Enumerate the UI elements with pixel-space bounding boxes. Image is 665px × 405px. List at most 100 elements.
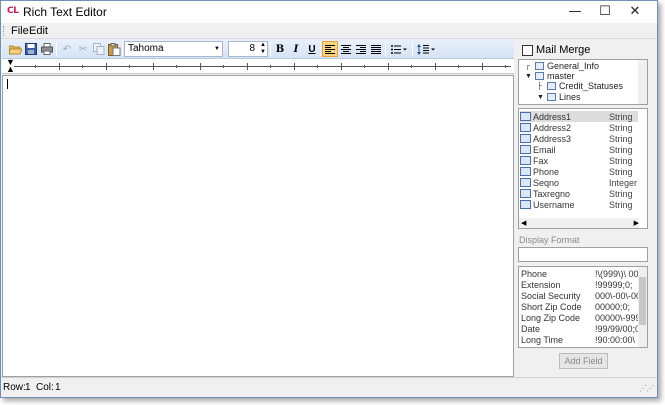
bullets-dropdown[interactable] xyxy=(388,41,410,57)
undo-button[interactable]: ↶ xyxy=(59,41,75,57)
underline-button[interactable]: U xyxy=(304,41,320,57)
menu-edit[interactable]: Edit xyxy=(26,24,51,38)
spin-arrows-icon[interactable]: ▲ ▼ xyxy=(260,42,266,56)
scroll-left-icon[interactable]: ◀ xyxy=(521,219,526,227)
text-caret xyxy=(7,79,8,89)
toolbar-separator xyxy=(122,42,123,56)
list-item[interactable]: Phone String xyxy=(520,166,638,177)
undo-icon: ↶ xyxy=(62,43,72,55)
tree-node-general-info[interactable]: ┌ General_Info xyxy=(525,61,599,71)
field-list[interactable]: Address1 String Address2 String Address3 St… xyxy=(518,108,648,229)
list-item[interactable]: Long Zip Code00000\-9999; xyxy=(521,313,639,324)
paste-button[interactable] xyxy=(106,41,122,57)
col-value: 1 xyxy=(55,382,61,393)
paste-clipboard-icon xyxy=(107,42,120,56)
formatting-toolbar: ↶ ✂ Tahoma ▼ 8 ▲ ▼ B I U xyxy=(2,39,514,59)
document-editor[interactable] xyxy=(2,75,514,377)
print-button[interactable] xyxy=(39,41,55,57)
row-value: 1 xyxy=(25,382,31,393)
field-icon xyxy=(520,156,531,165)
list-item[interactable]: Long Time !90:00:00\ > xyxy=(521,335,639,346)
row-label: Row: xyxy=(3,382,26,393)
toolbar-separator xyxy=(385,42,386,56)
copy-icon xyxy=(93,43,105,55)
expand-chevron-icon[interactable]: ▼ xyxy=(525,73,533,80)
align-left-icon xyxy=(325,44,335,54)
tree-scrollbar[interactable] xyxy=(638,60,647,104)
toolbar-separator xyxy=(320,42,321,56)
list-item[interactable]: Short Zip Code 00000;0; xyxy=(521,302,639,313)
scrollbar-thumb[interactable] xyxy=(639,277,646,325)
open-folder-icon xyxy=(8,45,22,54)
field-icon xyxy=(520,167,531,176)
data-source-tree[interactable]: ┌ General_Info ▼ master ├ Credit_Statuses ▼… xyxy=(518,59,648,105)
line-spacing-dropdown[interactable] xyxy=(415,41,437,57)
table-icon xyxy=(547,93,556,101)
list-item[interactable]: Address2 String xyxy=(520,122,638,133)
line-spacing-icon xyxy=(417,43,435,55)
justify-button[interactable] xyxy=(368,41,384,57)
list-item[interactable]: Seqno Integer xyxy=(520,177,638,188)
ruler-line xyxy=(14,66,511,67)
open-button[interactable] xyxy=(7,41,23,57)
toolbar-separator xyxy=(56,42,57,56)
col-label: Col: xyxy=(36,382,54,393)
menu-bar: File Edit xyxy=(1,23,657,39)
list-item[interactable]: Address3 String xyxy=(520,133,638,144)
display-format-input[interactable] xyxy=(518,247,648,262)
list-item[interactable]: Taxregno String xyxy=(520,188,638,199)
align-left-button[interactable] xyxy=(322,41,338,57)
table-icon xyxy=(535,72,544,80)
scroll-right-icon[interactable]: ▶ xyxy=(634,219,639,227)
list-item[interactable]: Phone !\(999\)\ 000 xyxy=(521,269,639,280)
tree-node-credit-statuses[interactable]: ├ Credit_Statuses xyxy=(537,81,623,91)
maximize-button[interactable]: ☐ xyxy=(590,1,620,21)
list-item[interactable]: Extension !99999;0; xyxy=(521,280,639,291)
field-list-hscrollbar[interactable]: ◀ ▶ xyxy=(519,218,639,228)
expand-chevron-icon[interactable]: ▼ xyxy=(537,94,545,101)
font-size-stepper[interactable]: 8 ▲ ▼ xyxy=(228,41,268,57)
format-list[interactable]: Phone !\(999\)\ 000 Extension !99999;0; So… xyxy=(518,266,648,348)
checkbox-box[interactable] xyxy=(522,44,533,56)
printer-icon xyxy=(41,43,53,55)
list-item[interactable]: Date !99/99/00;0; xyxy=(521,324,639,335)
mail-merge-checkbox[interactable]: Mail Merge xyxy=(522,44,590,56)
align-right-icon xyxy=(356,44,366,54)
menu-grip-icon xyxy=(3,26,5,36)
field-icon xyxy=(520,200,531,209)
field-icon xyxy=(520,145,531,154)
field-icon xyxy=(520,112,531,121)
minimize-button[interactable]: — xyxy=(560,1,590,21)
rich-text-editor-window: CL Rich Text Editor — ☐ ✕ File Edit ↶ ✂ … xyxy=(0,0,658,398)
format-list-scrollbar[interactable] xyxy=(638,267,647,347)
title-bar[interactable]: CL Rich Text Editor — ☐ ✕ xyxy=(1,1,657,23)
cut-button[interactable]: ✂ xyxy=(75,41,91,57)
save-disk-icon xyxy=(25,43,37,55)
table-icon xyxy=(535,62,544,70)
align-center-button[interactable] xyxy=(338,41,354,57)
list-item[interactable]: Social Security000\-00\-000 xyxy=(521,291,639,302)
list-item[interactable]: Username String xyxy=(520,199,638,210)
list-item[interactable]: Email String xyxy=(520,144,638,155)
italic-button[interactable]: I xyxy=(288,41,304,57)
bullet-list-icon xyxy=(391,44,407,54)
field-icon xyxy=(520,134,531,143)
toolbar-separator xyxy=(270,42,271,56)
font-name-select[interactable]: Tahoma ▼ xyxy=(124,41,223,57)
mail-merge-panel: Mail Merge ┌ General_Info ▼ master ├ Credit… xyxy=(516,39,650,375)
list-item[interactable]: Fax String xyxy=(520,155,638,166)
align-right-button[interactable] xyxy=(353,41,369,57)
close-button[interactable]: ✕ xyxy=(620,1,650,21)
copy-button[interactable] xyxy=(91,41,107,57)
field-icon xyxy=(520,189,531,198)
window-title: Rich Text Editor xyxy=(23,5,107,19)
save-button[interactable] xyxy=(23,41,39,57)
add-field-button[interactable]: Add Field xyxy=(559,353,608,369)
bold-button[interactable]: B xyxy=(272,41,288,57)
list-item[interactable]: Address1 String xyxy=(520,111,638,122)
tree-node-lines[interactable]: ▼ Lines xyxy=(537,92,581,102)
scissors-icon: ✂ xyxy=(78,43,88,55)
ruler[interactable]: ▼ ▲ xyxy=(2,58,514,74)
resize-grip-icon[interactable]: ⋰⋰ xyxy=(639,384,654,393)
tree-node-master[interactable]: ▼ master xyxy=(525,71,575,81)
